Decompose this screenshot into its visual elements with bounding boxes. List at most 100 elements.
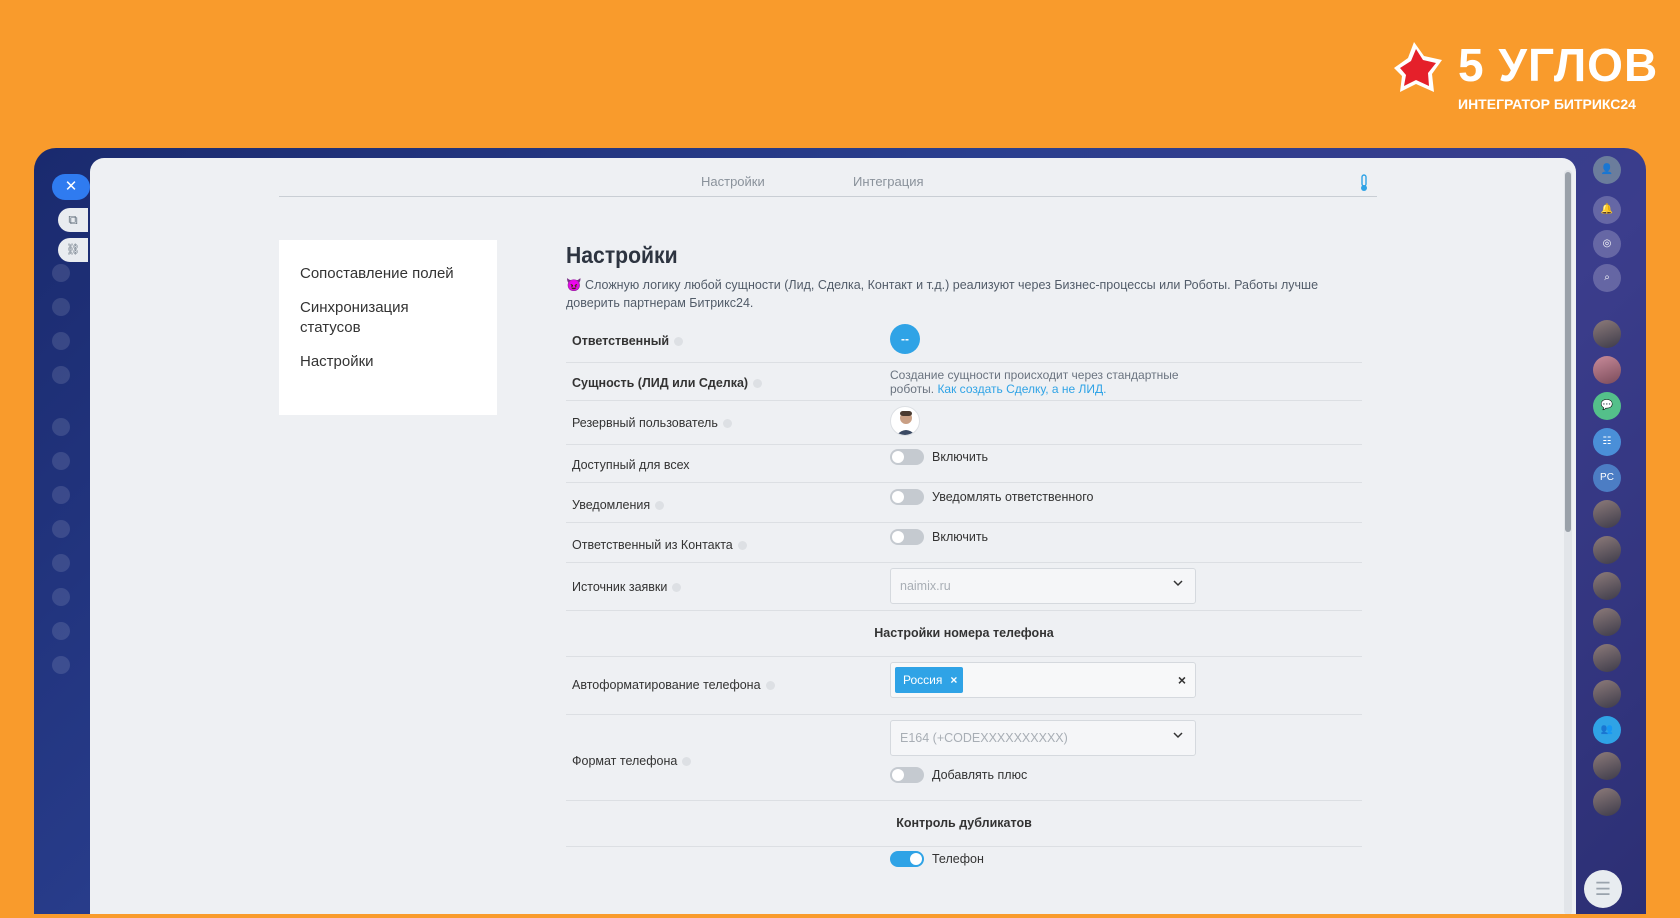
contact-avatar-pc[interactable]: PC <box>1593 464 1621 492</box>
row-available-all: Доступный для всех Включить <box>566 444 1362 483</box>
group-chat-icon[interactable]: 💬 <box>1593 392 1621 420</box>
create-deal-link[interactable]: Как создать Сделку, а не ЛИД. <box>937 382 1106 396</box>
toggle-label: Включить <box>932 449 989 464</box>
source-select[interactable]: naimix.ru <box>890 568 1196 604</box>
row-reserve-user: Резервный пользователь <box>566 400 1362 445</box>
contact-avatar[interactable] <box>1593 536 1621 564</box>
close-slider-button[interactable]: ✕ <box>52 174 90 200</box>
contact-avatar[interactable] <box>1593 680 1621 708</box>
brand-logo: 5 УГЛОВ ИНТЕГРАТОР БИТРИКС24 <box>1386 36 1657 116</box>
help-icon[interactable] <box>765 681 775 691</box>
openline-icon[interactable]: ☷ <box>1593 428 1621 456</box>
help-icon[interactable] <box>737 541 747 551</box>
copy-link-icon[interactable]: ⛓ <box>58 238 88 262</box>
help-icon[interactable] <box>655 501 665 511</box>
intro-text: 😈 Сложную логику любой сущности (Лид, Сд… <box>566 278 1319 310</box>
tag-remove-icon[interactable]: × <box>950 673 957 687</box>
add-plus-toggle[interactable] <box>890 766 924 783</box>
brand-subtitle: ИНТЕГРАТОР БИТРИКС24 <box>1458 96 1636 112</box>
responsible-selector[interactable]: -- <box>890 324 920 354</box>
reserve-user-avatar[interactable] <box>890 406 920 436</box>
chat-menu-button[interactable]: ☰ <box>1584 870 1622 908</box>
toggle-label: Уведомлять ответственного <box>932 489 1094 504</box>
contact-avatar[interactable] <box>1593 320 1621 348</box>
field-label: Автоформатирование телефона <box>572 678 775 692</box>
chevron-down-icon <box>1173 732 1183 739</box>
duplicates-section-header: Контроль дубликатов <box>566 800 1362 847</box>
contact-avatar[interactable] <box>1593 356 1621 384</box>
section-title: Контроль дубликатов <box>896 816 1032 830</box>
thermometer-icon[interactable] <box>1359 174 1369 192</box>
country-tag: Россия × <box>895 667 964 693</box>
field-label: Формат телефона <box>572 754 692 768</box>
background-menu-icon <box>52 554 70 572</box>
field-label: Ответственный из Контакта <box>572 538 747 552</box>
add-contact-icon[interactable]: 👥 <box>1593 716 1621 744</box>
responsible-from-contact-toggle[interactable] <box>890 528 924 545</box>
scrollbar[interactable] <box>1564 170 1572 914</box>
background-menu-icon <box>52 622 70 640</box>
settings-slider: Настройки Интеграция Сопоставление полей… <box>90 158 1576 914</box>
menu-item-field-mapping[interactable]: Сопоставление полей <box>300 264 454 284</box>
row-dup-phone: Телефон <box>566 846 1362 886</box>
help-icon[interactable] <box>672 583 682 593</box>
contact-avatar[interactable] <box>1593 500 1621 528</box>
background-menu-icon <box>52 520 70 538</box>
user-status-icon[interactable]: 👤 <box>1593 156 1621 184</box>
field-label: Доступный для всех <box>572 458 690 472</box>
background-menu-icon <box>52 588 70 606</box>
clear-icon[interactable]: × <box>1178 672 1186 688</box>
select-value: E164 (+CODEXXXXXXXXXX) <box>900 731 1068 745</box>
autoformat-country-select[interactable]: Россия × × <box>890 662 1196 698</box>
row-source: Источник заявки naimix.ru <box>566 562 1362 611</box>
toggle-label: Добавлять плюс <box>932 767 1028 782</box>
background-menu-icon <box>52 452 70 470</box>
help-icon[interactable] <box>674 337 684 347</box>
row-phone-autoformat: Автоформатирование телефона Россия × × <box>566 656 1362 715</box>
section-title: Настройки номера телефона <box>874 626 1054 640</box>
app-window: ✕ ⧉ ⛓ 👤 🔔 ◎ ⌕ 💬 ☷ PC 👥 ☰ Настройки Интег… <box>34 148 1646 914</box>
field-label: Резервный пользователь <box>572 416 732 430</box>
phone-format-select[interactable]: E164 (+CODEXXXXXXXXXX) <box>890 720 1196 756</box>
field-label: Источник заявки <box>572 580 682 594</box>
dup-phone-toggle[interactable] <box>890 850 924 867</box>
search-chat-icon[interactable]: ⌕ <box>1593 264 1621 292</box>
menu-item-settings[interactable]: Настройки <box>300 352 374 372</box>
help-icon[interactable] <box>753 379 763 389</box>
page-title: Настройки <box>566 242 678 268</box>
tab-bar: Настройки Интеграция <box>279 158 1377 197</box>
left-toolbar: ✕ ⧉ ⛓ <box>34 148 90 914</box>
row-responsible: Ответственный -- <box>566 318 1362 363</box>
target-icon[interactable]: ◎ <box>1593 230 1621 258</box>
background-menu-icon <box>52 298 70 316</box>
available-all-toggle[interactable] <box>890 448 924 465</box>
open-in-new-window-icon[interactable]: ⧉ <box>58 208 88 232</box>
contact-avatar[interactable] <box>1593 572 1621 600</box>
contact-avatar[interactable] <box>1593 608 1621 636</box>
contact-avatar[interactable] <box>1593 752 1621 780</box>
settings-menu: Сопоставление полей Синхронизация статус… <box>279 240 497 415</box>
emoji-icon: 😈 <box>566 278 586 292</box>
row-entity: Сущность (ЛИД или Сделка) Создание сущно… <box>566 362 1362 401</box>
notify-responsible-toggle[interactable] <box>890 488 924 505</box>
menu-item-status-sync[interactable]: Синхронизация статусов <box>300 298 470 338</box>
help-icon[interactable] <box>722 419 732 429</box>
toggle-label: Включить <box>932 529 989 544</box>
tab-integration[interactable]: Интеграция <box>853 174 924 189</box>
brand-name: 5 УГЛОВ <box>1458 39 1659 91</box>
toggle-label: Телефон <box>932 851 984 866</box>
contact-avatar[interactable] <box>1593 644 1621 672</box>
scrollbar-thumb[interactable] <box>1565 172 1571 532</box>
background-menu-icon <box>52 264 70 282</box>
help-icon[interactable] <box>682 757 692 767</box>
background-menu-icon <box>52 656 70 674</box>
row-phone-format: Формат телефона E164 (+CODEXXXXXXXXXX) Д… <box>566 714 1362 801</box>
contact-avatar[interactable] <box>1593 788 1621 816</box>
background-menu-icon <box>52 366 70 384</box>
chevron-down-icon <box>1173 580 1183 587</box>
field-label: Сущность (ЛИД или Сделка) <box>572 376 763 390</box>
bell-icon[interactable]: 🔔 <box>1593 196 1621 224</box>
row-responsible-contact: Ответственный из Контакта Включить <box>566 522 1362 563</box>
tab-settings[interactable]: Настройки <box>701 174 765 189</box>
field-label: Ответственный <box>572 334 684 348</box>
